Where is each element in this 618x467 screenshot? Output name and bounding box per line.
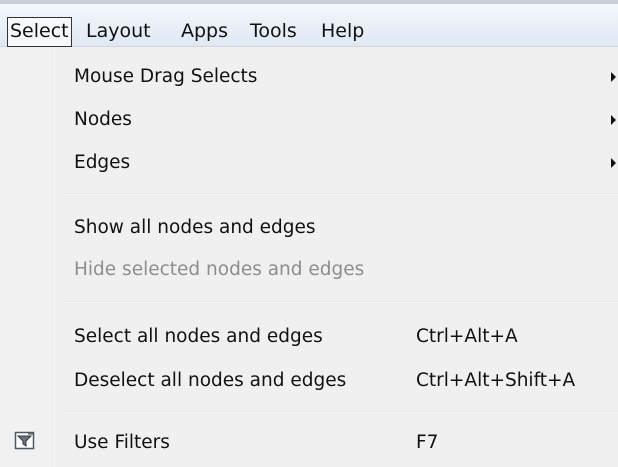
menu-item-label: Deselect all nodes and edges <box>74 370 347 391</box>
menu-item-shortcut: Ctrl+Alt+Shift+A <box>416 370 576 391</box>
menu-item-label: Edges <box>74 152 131 173</box>
menu-icon-gutter <box>0 47 52 467</box>
menu-item-label: Show all nodes and edges <box>74 217 316 238</box>
menubar-tools[interactable]: Tools <box>250 19 297 43</box>
menu-item-mouse-drag-selects[interactable]: Mouse Drag Selects <box>54 60 618 94</box>
application-window: Select Layout Apps Tools Help Mouse Drag… <box>0 0 618 467</box>
menu-item-show-all-nodes-and-edges[interactable]: Show all nodes and edges <box>54 211 618 245</box>
submenu-arrow-icon <box>611 158 616 168</box>
menu-separator <box>64 193 618 195</box>
submenu-arrow-icon <box>611 72 616 82</box>
menu-item-shortcut: F7 <box>416 432 439 453</box>
select-dropdown-menu: Mouse Drag Selects Nodes Edges Show all … <box>0 47 618 467</box>
menubar-help[interactable]: Help <box>321 19 364 43</box>
menubar-select[interactable]: Select <box>7 17 72 47</box>
menu-item-edges[interactable]: Edges <box>54 146 618 180</box>
menu-item-label: Hide selected nodes and edges <box>74 259 365 280</box>
menu-item-label: Nodes <box>74 109 132 130</box>
menu-item-nodes[interactable]: Nodes <box>54 103 618 137</box>
menubar-layout[interactable]: Layout <box>86 19 151 43</box>
submenu-arrow-icon <box>611 115 616 125</box>
menu-item-use-filters[interactable]: Use Filters F7 <box>0 426 618 460</box>
menu-item-label: Use Filters <box>74 432 170 453</box>
menu-item-deselect-all-nodes-and-edges[interactable]: Deselect all nodes and edges Ctrl+Alt+Sh… <box>54 364 618 398</box>
menu-item-shortcut: Ctrl+Alt+A <box>416 326 518 347</box>
menu-item-select-all-nodes-and-edges[interactable]: Select all nodes and edges Ctrl+Alt+A <box>54 320 618 354</box>
menu-item-label: Select all nodes and edges <box>74 326 323 347</box>
menubar-apps[interactable]: Apps <box>181 19 228 43</box>
menu-item-label: Mouse Drag Selects <box>74 66 258 87</box>
menu-item-hide-selected-nodes-and-edges: Hide selected nodes and edges <box>54 253 618 287</box>
menu-bar: Select Layout Apps Tools Help <box>0 4 618 47</box>
menu-separator <box>64 411 618 413</box>
filter-icon <box>14 430 36 452</box>
menu-separator <box>64 301 618 303</box>
